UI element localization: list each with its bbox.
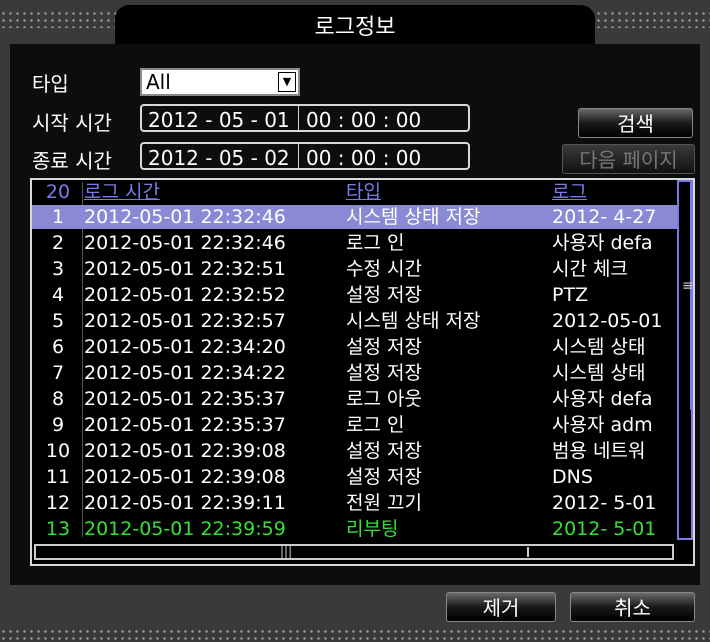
row-type: 설정 저장: [346, 466, 422, 488]
row-time: 2012-05-01 22:35:37: [84, 414, 286, 436]
end-date-value[interactable]: 2012 - 05 - 02: [148, 144, 290, 172]
row-type: 설정 저장: [346, 362, 422, 384]
row-log: 2012- 5-01: [552, 492, 657, 514]
row-number: 5: [51, 310, 65, 332]
table-row[interactable]: 2 2012-05-01 22:32:46 로그 인 사용자 defa: [32, 231, 677, 255]
cancel-button[interactable]: 취소: [570, 592, 695, 622]
start-time-label: 시작 시간: [32, 111, 112, 135]
row-log: 사용자 defa: [552, 388, 653, 410]
table-row[interactable]: 1 2012-05-01 22:32:46 시스템 상태 저장 2012- 4-27: [32, 205, 677, 229]
row-log: DNS: [552, 466, 593, 488]
row-type: 설정 저장: [346, 440, 422, 462]
row-time: 2012-05-01 22:39:59: [84, 518, 286, 540]
search-button[interactable]: 검색: [578, 108, 693, 138]
horizontal-scrollbar[interactable]: |||: [34, 544, 674, 560]
table-row[interactable]: 4 2012-05-01 22:32:52 설정 저장 PTZ: [32, 283, 677, 307]
table-row[interactable]: 8 2012-05-01 22:35:37 로그 아웃 사용자 defa: [32, 387, 677, 411]
dialog-title: 로그정보: [115, 5, 595, 45]
row-number: 3: [51, 258, 65, 280]
table-row[interactable]: 11 2012-05-01 22:39:08 설정 저장 DNS: [32, 465, 677, 489]
row-type: 리부팅: [346, 518, 399, 540]
vertical-scrollbar[interactable]: ≡: [677, 180, 694, 540]
remove-button[interactable]: 제거: [446, 592, 556, 622]
row-log: 시스템 상태: [552, 362, 646, 384]
row-time: 2012-05-01 22:32:52: [84, 284, 286, 306]
table-row[interactable]: 12 2012-05-01 22:39:11 전원 끄기 2012- 5-01: [32, 491, 677, 515]
row-log: 사용자 defa: [552, 232, 653, 254]
end-time-label: 종료 시간: [32, 149, 112, 173]
row-number: 9: [51, 414, 65, 436]
row-log: 2012- 5-01: [552, 518, 657, 540]
table-row[interactable]: 3 2012-05-01 22:32:51 수정 시간 시간 체크: [32, 257, 677, 281]
chevron-down-icon[interactable]: ▼: [278, 72, 296, 92]
row-type: 로그 인: [346, 414, 405, 436]
row-time: 2012-05-01 22:39:11: [84, 492, 286, 514]
table-row[interactable]: 6 2012-05-01 22:34:20 설정 저장 시스템 상태: [32, 335, 677, 359]
end-time-value[interactable]: 00 : 00 : 00: [306, 144, 421, 172]
table-header: 20 로그 시간 타입 로그: [32, 180, 677, 204]
scroll-grip-icon: |||: [280, 544, 293, 558]
type-select-value: All: [146, 70, 171, 94]
row-time: 2012-05-01 22:34:20: [84, 336, 286, 358]
row-time: 2012-05-01 22:32:46: [84, 206, 286, 228]
next-page-button[interactable]: 다음 페이지: [562, 144, 695, 174]
row-number: 1: [51, 206, 65, 228]
column-header-type[interactable]: 타입: [346, 180, 546, 204]
row-number: 12: [45, 492, 71, 514]
field-divider: [298, 144, 299, 168]
row-number: 7: [51, 362, 65, 384]
bottom-decoration: [0, 628, 710, 642]
row-time: 2012-05-01 22:32:46: [84, 232, 286, 254]
row-type: 설정 저장: [346, 336, 422, 358]
row-time: 2012-05-01 22:35:37: [84, 388, 286, 410]
table-row[interactable]: 9 2012-05-01 22:35:37 로그 인 사용자 adm: [32, 413, 677, 437]
row-number: 2: [51, 232, 65, 254]
type-label: 타입: [32, 72, 69, 96]
log-info-dialog: 로그정보 타입 All ▼ 시작 시간 2012 - 05 - 01 00 : …: [0, 0, 710, 642]
log-table: 20 로그 시간 타입 로그 1 2012-05-01 22:32:46 시스템 상…: [30, 178, 695, 566]
table-row[interactable]: 13 2012-05-01 22:39:59 리부팅 2012- 5-01: [32, 517, 677, 541]
type-select[interactable]: All ▼: [140, 68, 300, 96]
row-type: 로그 아웃: [346, 388, 422, 410]
row-log: 사용자 adm: [552, 414, 653, 436]
table-row[interactable]: 7 2012-05-01 22:34:22 설정 저장 시스템 상태: [32, 361, 677, 385]
row-time: 2012-05-01 22:34:22: [84, 362, 286, 384]
end-datetime-field[interactable]: 2012 - 05 - 02 00 : 00 : 00: [140, 142, 470, 170]
row-number: 11: [45, 466, 71, 488]
row-log: PTZ: [552, 284, 589, 306]
row-count: 20: [45, 181, 71, 203]
start-datetime-field[interactable]: 2012 - 05 - 01 00 : 00 : 00: [140, 104, 470, 132]
row-type: 수정 시간: [346, 258, 422, 280]
scroll-thumb[interactable]: [680, 182, 692, 410]
row-type: 전원 끄기: [346, 492, 422, 514]
row-type: 시스템 상태 저장: [346, 310, 481, 332]
row-number: 8: [51, 388, 65, 410]
scroll-grip-icon: ≡: [682, 278, 694, 294]
column-header-log[interactable]: 로그: [552, 180, 677, 204]
row-number: 6: [51, 336, 65, 358]
row-log: 2012-05-01: [552, 310, 663, 332]
row-time: 2012-05-01 22:32:57: [84, 310, 286, 332]
row-log: 시스템 상태: [552, 336, 646, 358]
row-number: 13: [45, 518, 71, 540]
table-row[interactable]: 5 2012-05-01 22:32:57 시스템 상태 저장 2012-05-01: [32, 309, 677, 333]
row-type: 시스템 상태 저장: [346, 206, 481, 228]
row-log: 시간 체크: [552, 258, 628, 280]
row-number: 4: [51, 284, 65, 306]
table-row[interactable]: 10 2012-05-01 22:39:08 설정 저장 범용 네트워: [32, 439, 677, 463]
field-divider: [298, 106, 299, 130]
column-header-time[interactable]: 로그 시간: [84, 180, 339, 204]
row-time: 2012-05-01 22:32:51: [84, 258, 286, 280]
row-time: 2012-05-01 22:39:08: [84, 466, 286, 488]
row-time: 2012-05-01 22:39:08: [84, 440, 286, 462]
row-type: 로그 인: [346, 232, 405, 254]
row-log: 2012- 4-27: [552, 206, 657, 228]
row-log: 범용 네트워: [552, 440, 646, 462]
row-number: 10: [45, 440, 71, 462]
row-type: 설정 저장: [346, 284, 422, 306]
start-time-value[interactable]: 00 : 00 : 00: [306, 106, 421, 134]
start-date-value[interactable]: 2012 - 05 - 01: [148, 106, 290, 134]
